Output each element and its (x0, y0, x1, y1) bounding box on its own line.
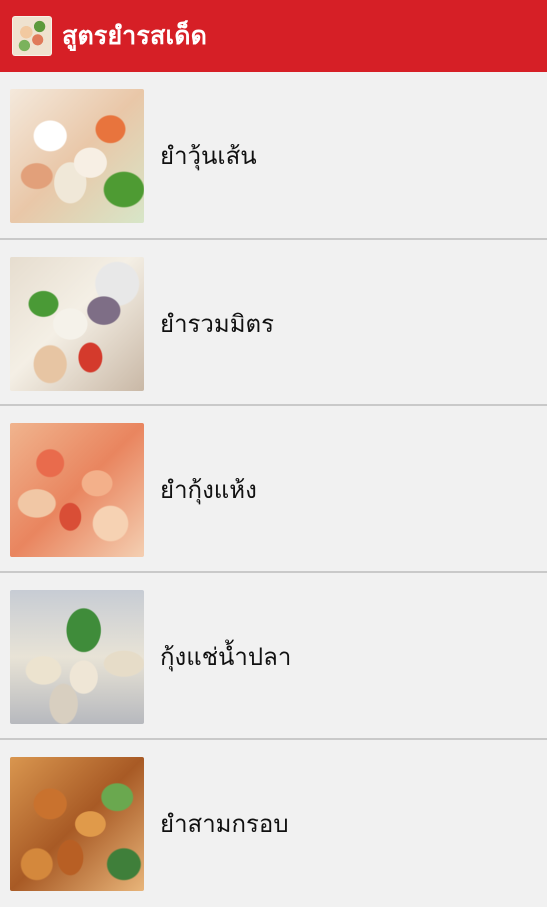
list-item[interactable]: ยำรวมมิตร (0, 240, 547, 407)
list-item-label: ยำรวมมิตร (160, 310, 275, 338)
app-logo-icon (12, 16, 52, 56)
list-item-label: กุ้งแช่น้ำปลา (160, 643, 292, 671)
mixed-salad-thumbnail (10, 257, 144, 391)
three-crispy-salad-thumbnail (10, 757, 144, 891)
raw-shrimp-fish-sauce-thumbnail (10, 590, 144, 724)
list-item[interactable]: ยำกุ้งแห้ง (0, 406, 547, 573)
list-item[interactable]: กุ้งแช่น้ำปลา (0, 573, 547, 740)
dried-shrimp-salad-thumbnail (10, 423, 144, 557)
recipe-list: ยำวุ้นเส้น ยำรวมมิตร ยำกุ้งแห้ง กุ้งแช่น… (0, 72, 547, 907)
list-item[interactable]: ยำวุ้นเส้น (0, 72, 547, 239)
list-item-label: ยำกุ้งแห้ง (160, 476, 257, 504)
app-bar: สูตรยำรสเด็ด (0, 0, 547, 72)
app-title: สูตรยำรสเด็ด (62, 21, 208, 50)
glass-noodle-salad-thumbnail (10, 89, 144, 223)
list-item[interactable]: ยำสามกรอบ (0, 740, 547, 907)
list-item-label: ยำวุ้นเส้น (160, 142, 257, 170)
list-item-label: ยำสามกรอบ (160, 810, 289, 838)
